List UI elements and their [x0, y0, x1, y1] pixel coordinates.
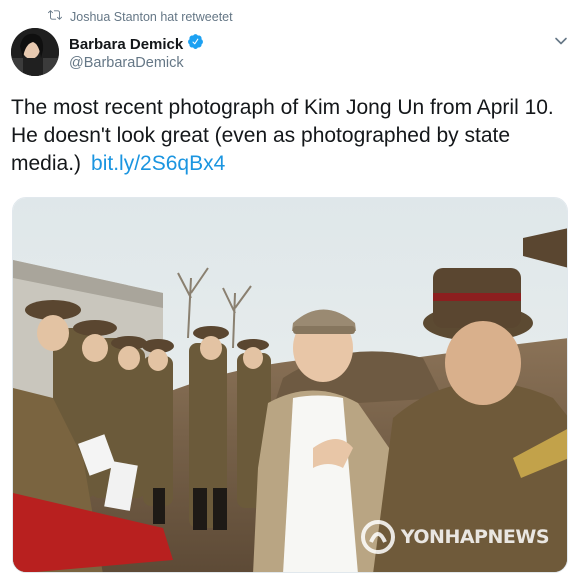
tweet-text-block: The most recent photograph of Kim Jong U…	[11, 94, 561, 178]
author-handle[interactable]: @BarbaraDemick	[69, 55, 204, 71]
tweet-link[interactable]: bit.ly/2S6qBx4	[91, 152, 225, 175]
watermark-text: YONHAPNEWS	[400, 526, 550, 548]
avatar[interactable]	[11, 28, 59, 76]
retweet-header: Joshua Stanton hat retweetet	[47, 8, 233, 27]
verified-badge-icon	[187, 33, 204, 55]
retweet-label[interactable]: Joshua Stanton hat retweetet	[70, 10, 233, 24]
yonhap-logo-icon	[360, 520, 395, 554]
photo-watermark: YONHAPNEWS	[360, 520, 550, 554]
author-block[interactable]: Barbara Demick @BarbaraDemick	[69, 34, 204, 71]
retweet-icon	[47, 8, 62, 27]
chevron-down-icon[interactable]	[554, 34, 568, 48]
tweet-photo[interactable]: YONHAPNEWS	[12, 197, 568, 573]
author-display-name[interactable]: Barbara Demick	[69, 36, 183, 53]
photo-illustration	[13, 198, 567, 572]
